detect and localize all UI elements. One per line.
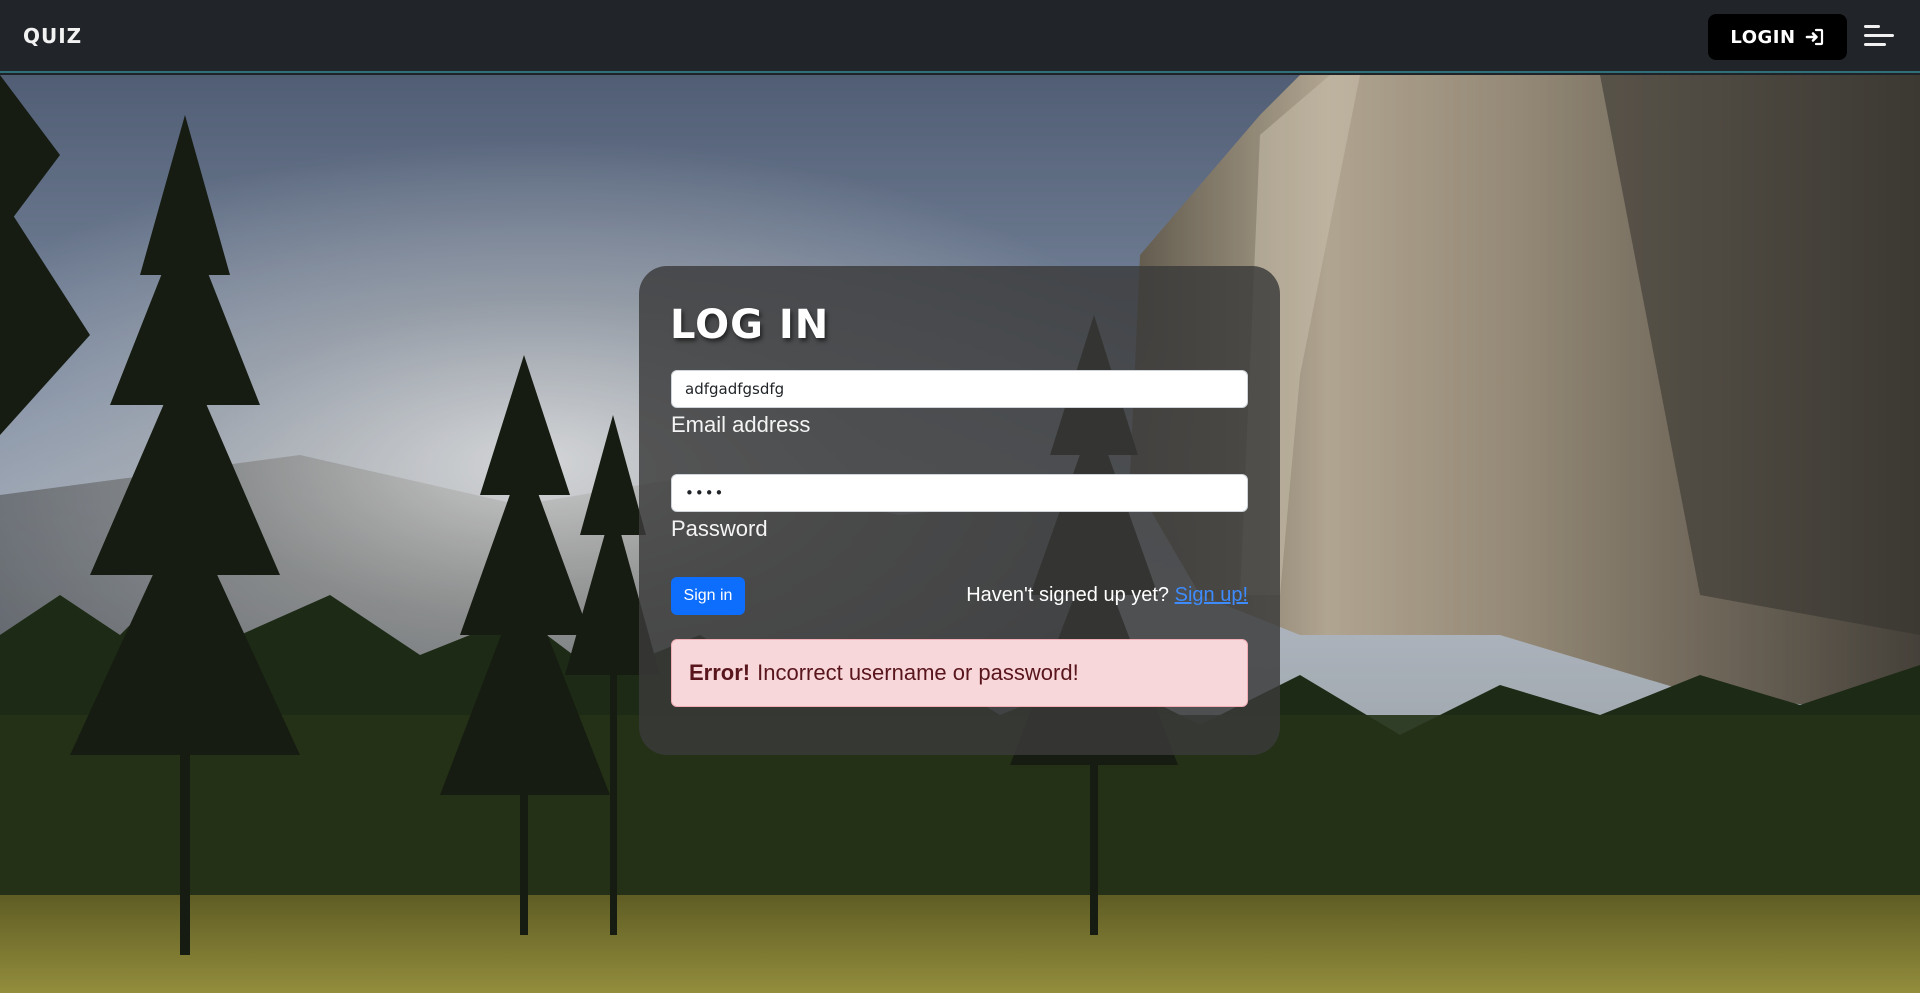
- login-card: LOG IN Email address Password Sign in Ha…: [639, 266, 1280, 755]
- signup-prompt-row: Haven't signed up yet? Sign up!: [966, 584, 1248, 607]
- error-alert-message: Incorrect username or password!: [757, 660, 1079, 685]
- password-label: Password: [671, 516, 768, 541]
- hamburger-menu-icon[interactable]: [1862, 22, 1896, 50]
- sign-up-link[interactable]: Sign up!: [1175, 584, 1248, 606]
- sign-in-button[interactable]: Sign in: [671, 577, 745, 615]
- sign-in-icon: [1805, 27, 1825, 47]
- login-title: LOG IN: [670, 302, 830, 348]
- nav-login-label: LOGIN: [1730, 26, 1796, 48]
- signup-prompt-text: Haven't signed up yet?: [966, 584, 1170, 606]
- error-alert: Error! Incorrect username or password!: [671, 639, 1248, 707]
- error-alert-title: Error!: [689, 660, 751, 685]
- password-input[interactable]: [671, 474, 1248, 512]
- top-navbar: QUIZ LOGIN: [0, 0, 1920, 73]
- email-input[interactable]: [671, 370, 1248, 408]
- email-label: Email address: [671, 412, 811, 437]
- nav-login-button[interactable]: LOGIN: [1708, 14, 1847, 60]
- brand-logo[interactable]: QUIZ: [23, 24, 82, 48]
